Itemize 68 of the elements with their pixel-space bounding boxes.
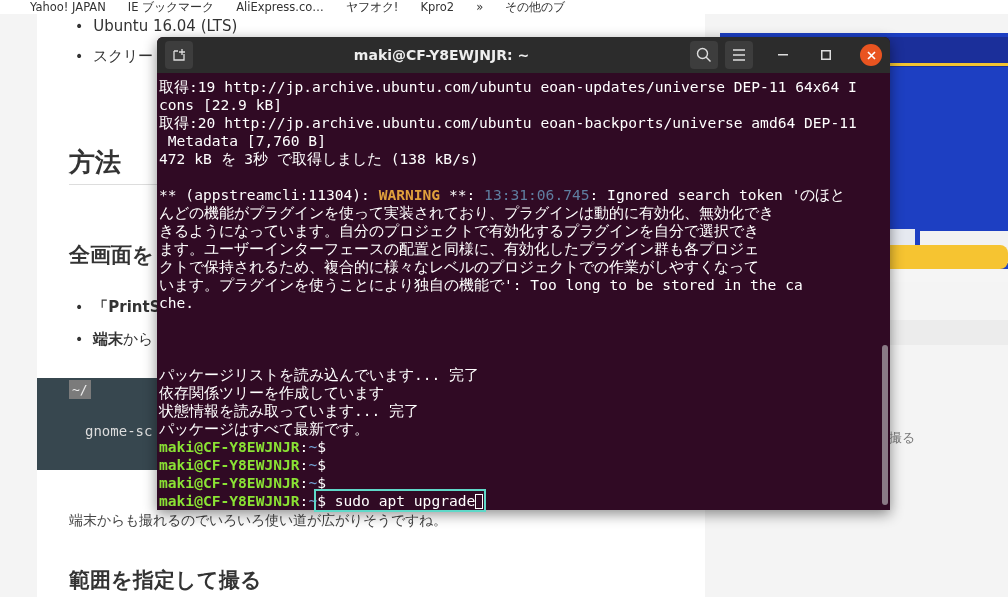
scrollbar-thumb[interactable] [882,345,888,505]
terminal-text: います。プラグインを使うことにより独自の機能で': Too long to be stored in the ca [159,276,803,293]
bullet-text: 端末から [93,329,154,349]
bookmark-link[interactable]: その他のブ [505,0,566,15]
terminal-text: $ [317,438,326,455]
terminal-text: 取得:20 http://jp.archive.ubuntu.com/ubuntu eoan-backports/universe amd64 DEP-11 [159,114,857,131]
timestamp: 13:31:06.745 [484,186,590,203]
search-button[interactable] [690,41,718,69]
terminal-text: きるようになっています。自分のプロジェクトで有効化するプラグインを自分で選択でき [159,222,759,239]
terminal-text: : [299,474,309,491]
new-tab-button[interactable] [165,41,193,69]
terminal-text: クトで保持されるため、複合的に様々なレベルのプロジェクトでの作業がしやすくなって [159,258,759,275]
bookmark-link[interactable]: AliExpress.co… [236,0,324,14]
terminal-text: : [299,438,309,455]
close-button[interactable] [860,44,882,66]
bookmark-link[interactable]: ヤフオク! [345,0,399,15]
new-tab-icon [172,48,186,62]
terminal-text: **: [447,186,477,203]
terminal-text: 依存関係ツリーを作成しています [159,384,384,401]
prompt-path: ~ [308,474,318,491]
warning-label: WARNING [378,186,441,203]
prompt-path: ~ [308,456,318,473]
bookmark-link[interactable]: IE ブックマーク [127,0,215,15]
window-title: maki@CF-Y8EWJNJR: ~ [352,47,531,63]
subsection-heading: 全画面を [69,242,154,268]
paragraph: 端末からも撮れるのでいろいろ使い道が広がりそうですね。 [69,511,447,529]
prompt-user: maki@CF-Y8EWJNJR [159,438,300,455]
terminal-text: 状態情報を読み取っています... 完了 [159,402,420,419]
prompt-user: maki@CF-Y8EWJNJR [159,492,300,509]
code-text: gnome-sc [85,423,153,439]
terminal-text: 472 kB を 3秒 で取得しました (138 kB/s) [159,150,479,167]
terminal-text: : [299,456,309,473]
maximize-icon [821,50,831,60]
bookmark-link[interactable]: » [476,0,484,14]
bullet-marker: • [75,47,84,66]
terminal-text: パッケージはすべて最新です。 [159,420,369,437]
terminal-text: $ [317,456,326,473]
bullet-marker: • [75,330,84,349]
terminal-text: che. [159,294,195,311]
bullet-marker: • [75,17,84,36]
bullet-text: スクリー [93,46,154,66]
bookmark-link[interactable]: Yahoo! JAPAN [30,0,106,14]
terminal-text: cons [22.9 kB] [159,96,282,113]
code-label: ~/ [69,380,91,399]
terminal-text: 取得:19 http://jp.archive.ubuntu.com/ubuntu eoan-updates/universe DEP-11 64x64 I [159,78,857,95]
terminal-text: $ [317,474,326,491]
command-text: $ sudo apt upgrade [317,492,484,509]
terminal-text: パッケージリストを読み込んでいます... 完了 [159,366,480,383]
terminal-text: ** (appstreamcli:11304): [159,186,371,203]
terminal-text: んどの機能がプラグインを使って実装されており、プラグインは動的に有効化、無効化でき [159,204,774,221]
bullet-marker: • [75,298,84,317]
prompt-user: maki@CF-Y8EWJNJR [159,474,300,491]
menu-icon [732,49,746,61]
cursor-icon [475,494,484,509]
minimize-icon [778,54,788,56]
bullet-text: Ubuntu 16.04 (LTS) [93,16,238,36]
bookmark-link[interactable]: Kpro2 [420,0,455,14]
close-icon [866,50,876,60]
prompt-user: maki@CF-Y8EWJNJR [159,456,300,473]
terminal-text: Metadata [7,760 B] [166,132,326,149]
subsection-heading: 範囲を指定して撮る [69,567,262,593]
toc-link[interactable]: 撮る [889,429,915,447]
menu-button[interactable] [725,41,753,69]
terminal-text: : [299,492,309,509]
terminal-text: : Ignored search token 'のほと [589,186,846,203]
search-icon [696,47,712,63]
terminal-text: ます。ユーザーインターフェースの配置と同様に、有効化したプラグイン群も各プロジェ [159,240,759,257]
prompt-path: ~ [308,438,318,455]
